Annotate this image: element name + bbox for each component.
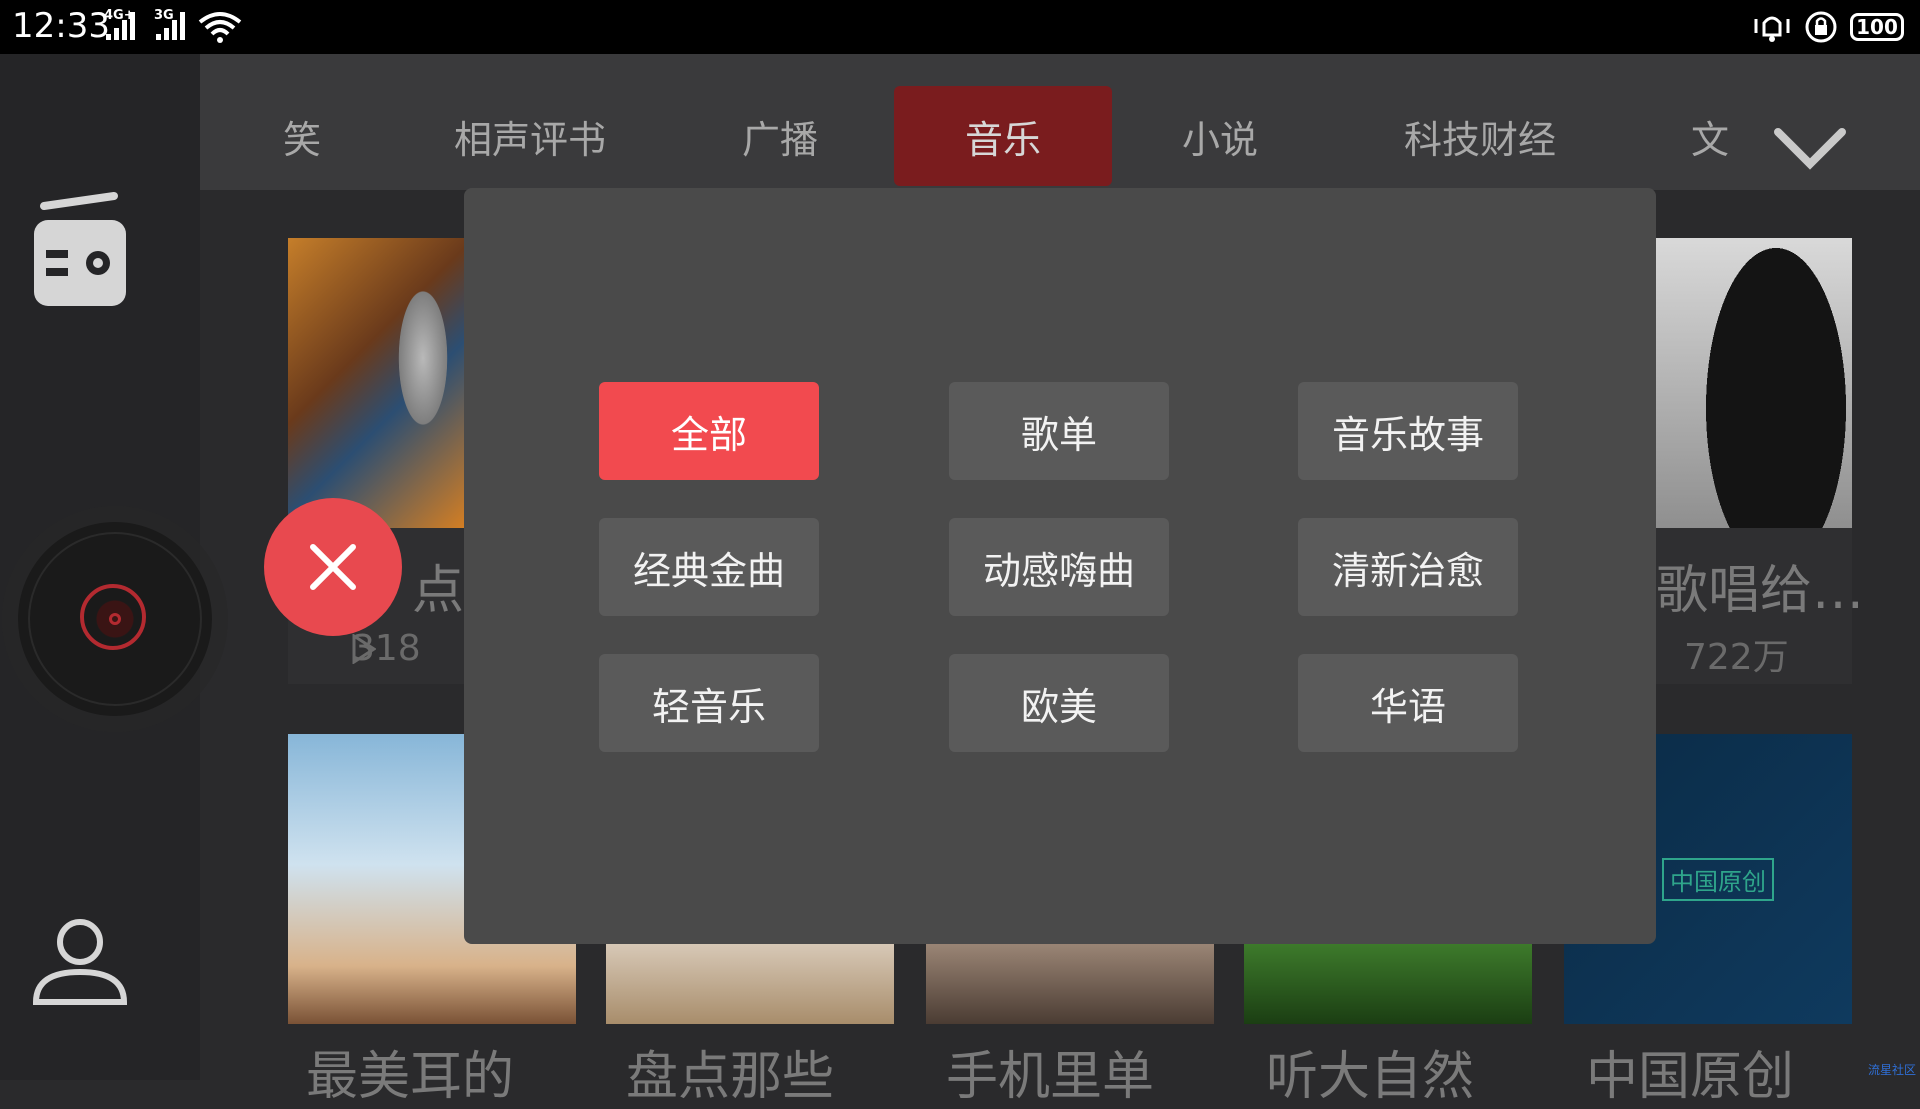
category-tabs: 笑 相声评书 广播 音乐 小说 科技财经 文: [200, 54, 1920, 190]
chip-classic-hits[interactable]: 经典金曲: [599, 518, 819, 616]
chip-music-story[interactable]: 音乐故事: [1298, 382, 1518, 480]
sidebar: [0, 54, 212, 1080]
card-title-5: 手机里单: [946, 1047, 1155, 1107]
card-image-6[interactable]: [1244, 944, 1532, 1024]
chevron-down-icon[interactable]: [1770, 120, 1850, 180]
now-playing-disc[interactable]: [18, 522, 212, 716]
card-title-4: 盘点那些: [626, 1047, 835, 1107]
close-button[interactable]: [264, 498, 402, 636]
card-title-7: 中国原创: [1586, 1047, 1795, 1107]
category-filter-modal: 全部 歌单 音乐故事 经典金曲 动感嗨曲 清新治愈 轻音乐 欧美 华语: [464, 188, 1656, 944]
signal-bars-2-icon: [156, 12, 190, 40]
tab-5[interactable]: 科技财经: [1390, 86, 1570, 186]
wifi-icon: [198, 12, 242, 43]
signal-bars-1-icon: [106, 12, 140, 40]
card-image-2[interactable]: [1656, 238, 1852, 528]
chip-playlist[interactable]: 歌单: [949, 382, 1169, 480]
chip-dance[interactable]: 动感嗨曲: [949, 518, 1169, 616]
chip-western[interactable]: 欧美: [949, 654, 1169, 752]
status-bar: 12:33 4G+ 3G 100: [0, 0, 1920, 54]
tab-3[interactable]: 音乐: [894, 86, 1112, 186]
card-title-1: 点: [412, 561, 465, 621]
status-time: 12:33: [12, 6, 110, 46]
tab-4[interactable]: 小说: [1160, 86, 1280, 186]
card-image-5[interactable]: [926, 944, 1214, 1024]
user-icon[interactable]: [30, 912, 130, 1012]
chip-all[interactable]: 全部: [599, 382, 819, 480]
card-badge-china: 中国原创: [1662, 858, 1774, 901]
vibrate-icon: [1754, 16, 1790, 42]
card-title-2: 歌唱给…: [1656, 561, 1865, 621]
chip-healing[interactable]: 清新治愈: [1298, 518, 1518, 616]
tab-2[interactable]: 广播: [720, 86, 840, 186]
tab-1[interactable]: 相声评书: [440, 86, 620, 186]
radio-icon[interactable]: [30, 172, 130, 332]
chip-chinese[interactable]: 华语: [1298, 654, 1518, 752]
card-title-6: 听大自然: [1266, 1047, 1475, 1107]
tab-6[interactable]: 文: [1680, 86, 1740, 186]
watermark: 流星社区: [1867, 1063, 1916, 1077]
status-right: 100: [1752, 8, 1904, 46]
play-count-icon: [352, 634, 376, 664]
close-icon: [310, 544, 356, 590]
battery-indicator: 100: [1850, 13, 1904, 41]
card-count-2: 722万: [1684, 637, 1789, 678]
rotation-lock-icon: [1805, 11, 1837, 43]
disc-center: [109, 613, 121, 625]
tab-0[interactable]: 笑: [272, 86, 332, 186]
card-image-4[interactable]: [606, 944, 894, 1024]
battery-level: 100: [1856, 15, 1898, 39]
card-title-3: 最美耳的: [306, 1047, 515, 1107]
card-image-1[interactable]: [288, 238, 464, 528]
chip-light-music[interactable]: 轻音乐: [599, 654, 819, 752]
